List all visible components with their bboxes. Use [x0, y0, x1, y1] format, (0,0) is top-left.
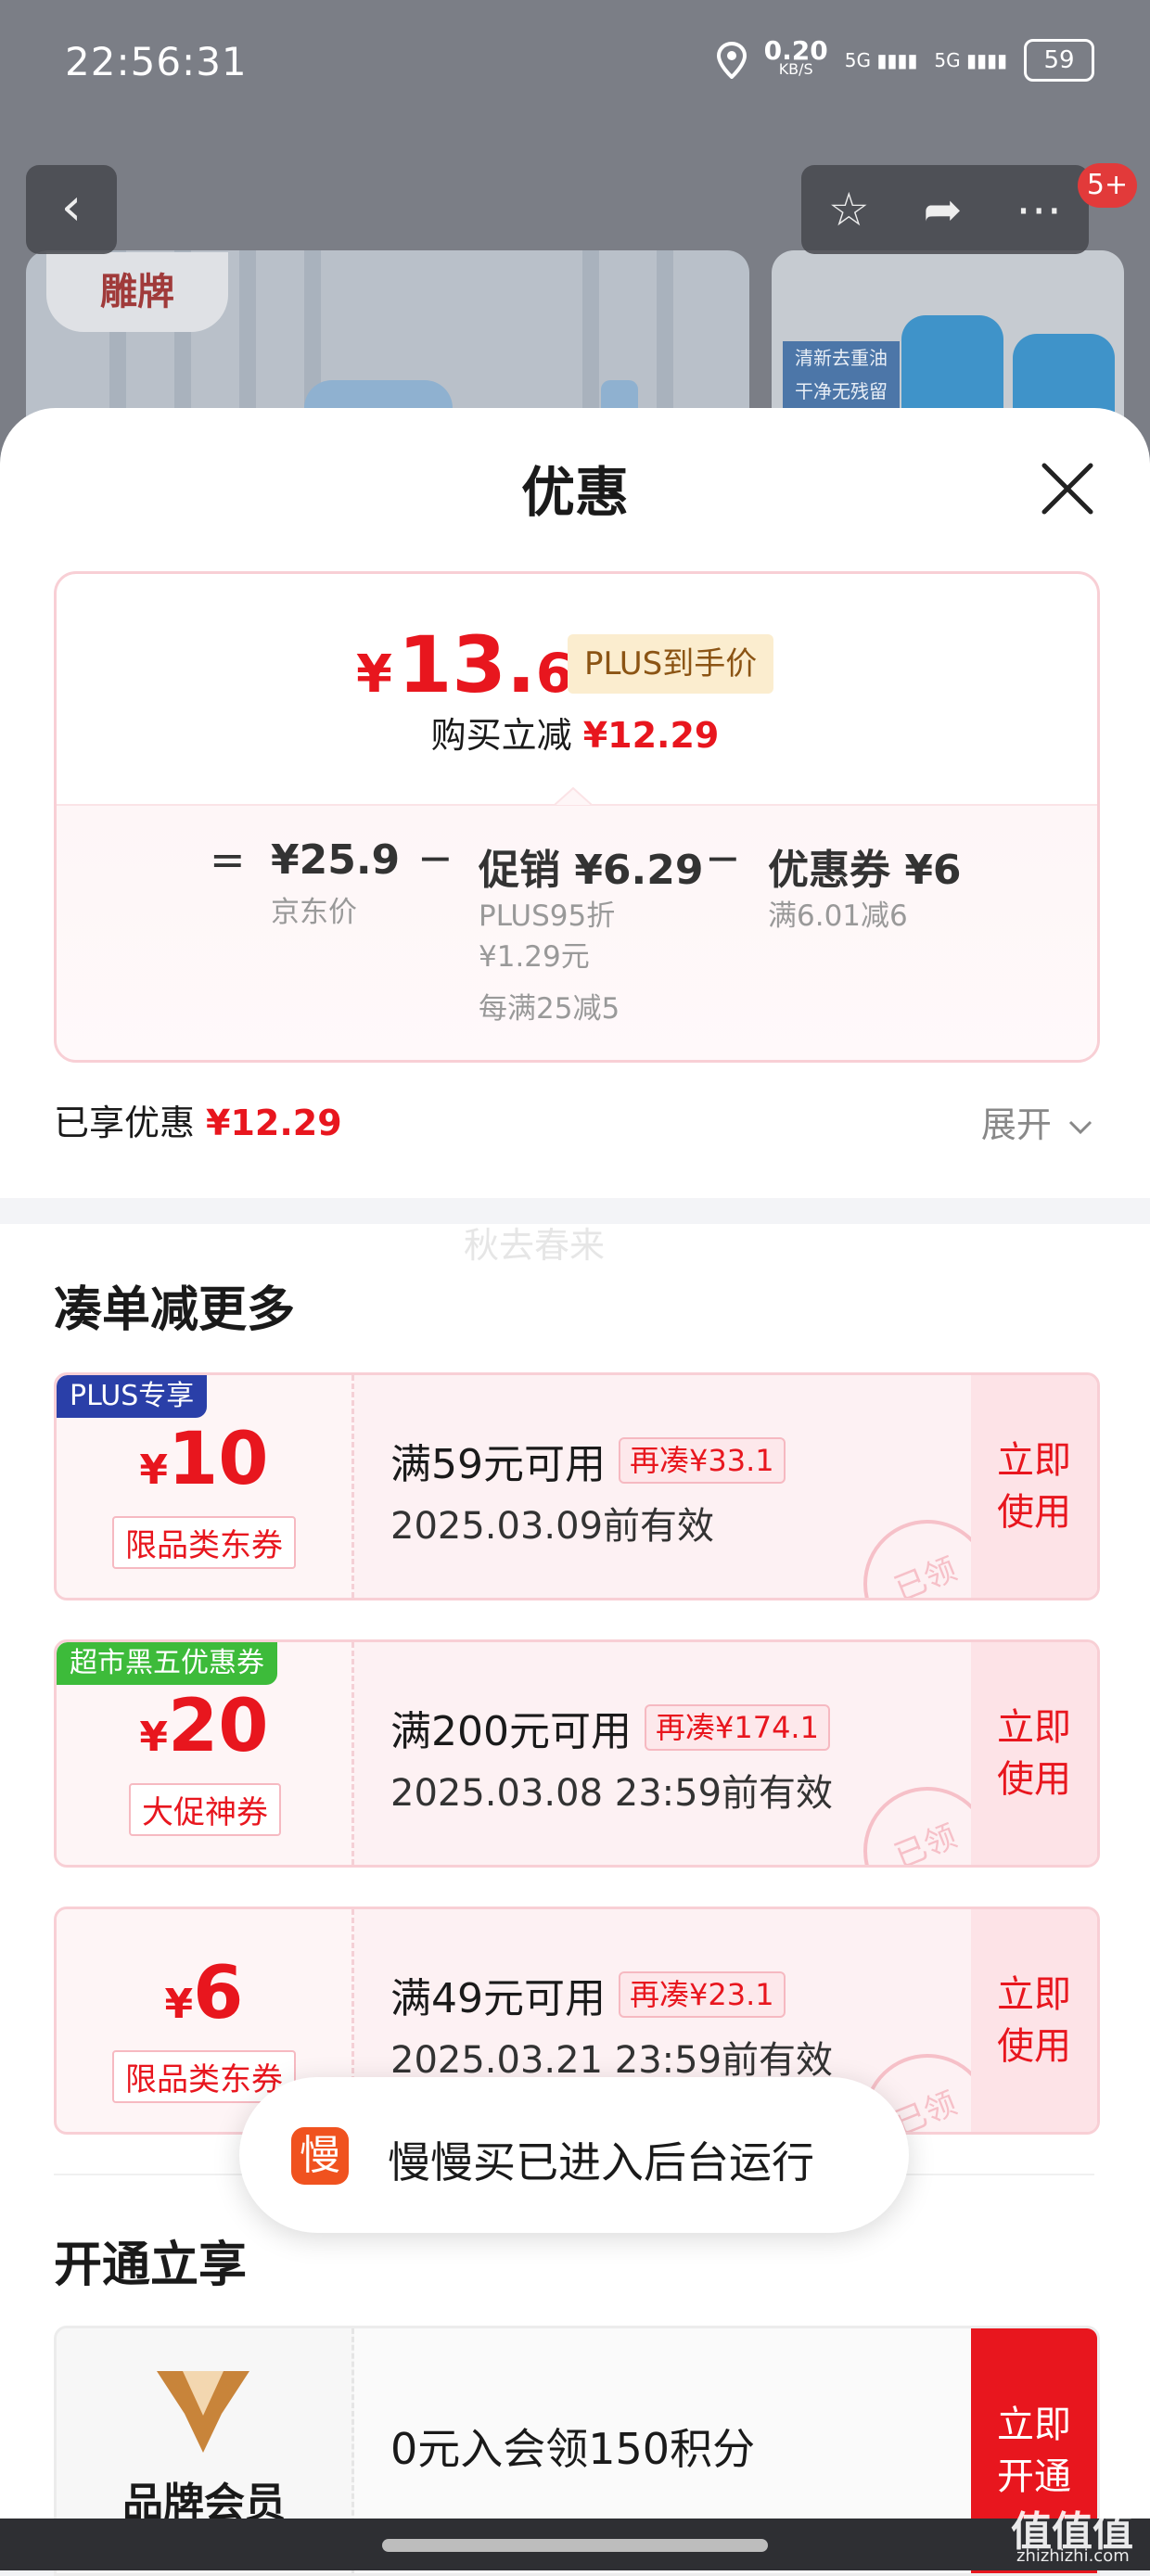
back-button[interactable]: ‹ — [26, 165, 117, 254]
minus-sign-2: − — [705, 833, 741, 883]
coupon-type: 大促神券 — [129, 1783, 281, 1836]
more-deals-title: 凑单减更多 — [54, 1282, 296, 1338]
instant-reduction: 购买立减 ¥12.29 — [430, 715, 720, 756]
enjoyed-discount: 已享优惠 ¥12.29 — [54, 1103, 342, 1143]
expand-toggle[interactable]: 展开 — [981, 1096, 1094, 1147]
status-bar: 22:56:31 0.20 KB/S 5G ▮▮▮▮ 5G ▮▮▮▮ 59 — [0, 0, 1150, 139]
coupon-value: ¥20 — [139, 1685, 269, 1768]
user-watermark: 秋去春来 — [464, 1225, 606, 1266]
coupon-expiry: 2025.03.09前有效 — [390, 1505, 715, 1548]
status-icons: 0.20 KB/S 5G ▮▮▮▮ 5G ▮▮▮▮ 59 — [716, 35, 1094, 82]
site-watermark-domain: zhizhizhi.com — [1016, 2546, 1130, 2566]
signal-5g-icon-2: 5G ▮▮▮▮ — [934, 49, 1007, 71]
coupon-gap: 再凑¥33.1 — [619, 1437, 786, 1484]
app-icon: 慢 — [291, 2127, 349, 2185]
promo-amount: 促销 ¥6.29 — [479, 847, 704, 894]
promo-detail-3: 每满25减5 — [479, 992, 620, 1026]
coupon-card: 超市黑五优惠券 ¥20 大促神券 满200元可用 再凑¥174.1 2025.03… — [54, 1639, 1100, 1868]
clock: 22:56:31 — [65, 39, 248, 84]
open-benefits-title: 开通立享 — [54, 2238, 248, 2293]
use-coupon-button[interactable]: 立即 使用 — [971, 1642, 1097, 1865]
close-icon[interactable] — [1039, 460, 1096, 517]
member-offer: 0元入会领150积分 — [390, 2424, 756, 2474]
favorite-star-icon[interactable]: ☆ — [828, 183, 870, 236]
home-indicator[interactable] — [382, 2539, 768, 2552]
promo-detail-1: PLUS95折 — [479, 899, 616, 933]
coupon-condition: 满59元可用 再凑¥33.1 — [390, 1431, 786, 1490]
coupon-condition: 满6.01减6 — [768, 899, 908, 933]
use-coupon-button[interactable]: 立即 使用 — [971, 1909, 1097, 2132]
signal-5g-icon: 5G ▮▮▮▮ — [844, 49, 918, 71]
coupon-corner-tag: 超市黑五优惠券 — [57, 1642, 277, 1685]
battery-icon: 59 — [1024, 39, 1094, 82]
top-actions: ☆ ➦ ⋯ — [801, 165, 1089, 254]
chevron-down-icon — [1068, 1120, 1092, 1135]
share-icon[interactable]: ➦ — [923, 183, 962, 236]
coupon-gap: 再凑¥23.1 — [619, 1971, 786, 2018]
message-badge: 5+ — [1078, 163, 1137, 208]
sheet-title: 优惠 — [520, 461, 629, 524]
coupon-value: ¥10 — [139, 1418, 269, 1501]
plus-price-tag: PLUS到手价 — [568, 634, 774, 694]
coupon-condition: 满200元可用 再凑¥174.1 — [390, 1698, 830, 1757]
jd-price-label: 京东价 — [271, 896, 357, 929]
promo-detail-2: ¥1.29元 — [479, 940, 590, 974]
brand-logo: 雕牌 — [46, 252, 228, 332]
use-coupon-button[interactable]: 立即 使用 — [971, 1375, 1097, 1598]
coupon-corner-tag: PLUS专享 — [57, 1375, 208, 1418]
location-icon — [716, 42, 747, 79]
coupon-amount: 优惠券 ¥6 — [768, 847, 962, 894]
more-icon[interactable]: ⋯ — [1016, 183, 1062, 236]
equals-sign: = — [210, 835, 246, 885]
background-run-toast: 慢 慢慢买已进入后台运行 — [239, 2077, 909, 2233]
chevron-left-icon: ‹ — [60, 177, 83, 237]
coupon-card: PLUS专享 ¥10 限品类东券 满59元可用 再凑¥33.1 2025.03.0… — [54, 1372, 1100, 1600]
coupon-value: ¥6 — [164, 1952, 244, 2035]
navigation-bar — [0, 2519, 1150, 2570]
coupon-gap: 再凑¥174.1 — [644, 1704, 830, 1751]
coupon-expiry: 2025.03.08 23:59前有效 — [390, 1772, 834, 1815]
coupon-type: 限品类东券 — [112, 1516, 296, 1569]
coupon-expiry: 2025.03.21 23:59前有效 — [390, 2039, 834, 2082]
jd-price: ¥25.9 — [271, 836, 401, 884]
product-tagline: 清新去重油 干净无残留 — [783, 341, 900, 412]
toast-message: 慢慢买已进入后台运行 — [388, 2137, 814, 2187]
brand-v-logo-icon — [157, 2371, 249, 2453]
caret-up-icon — [555, 786, 592, 805]
coupon-condition: 满49元可用 再凑¥23.1 — [390, 1965, 786, 2024]
net-speed: 0.20 — [763, 35, 828, 66]
minus-sign: − — [417, 833, 454, 883]
